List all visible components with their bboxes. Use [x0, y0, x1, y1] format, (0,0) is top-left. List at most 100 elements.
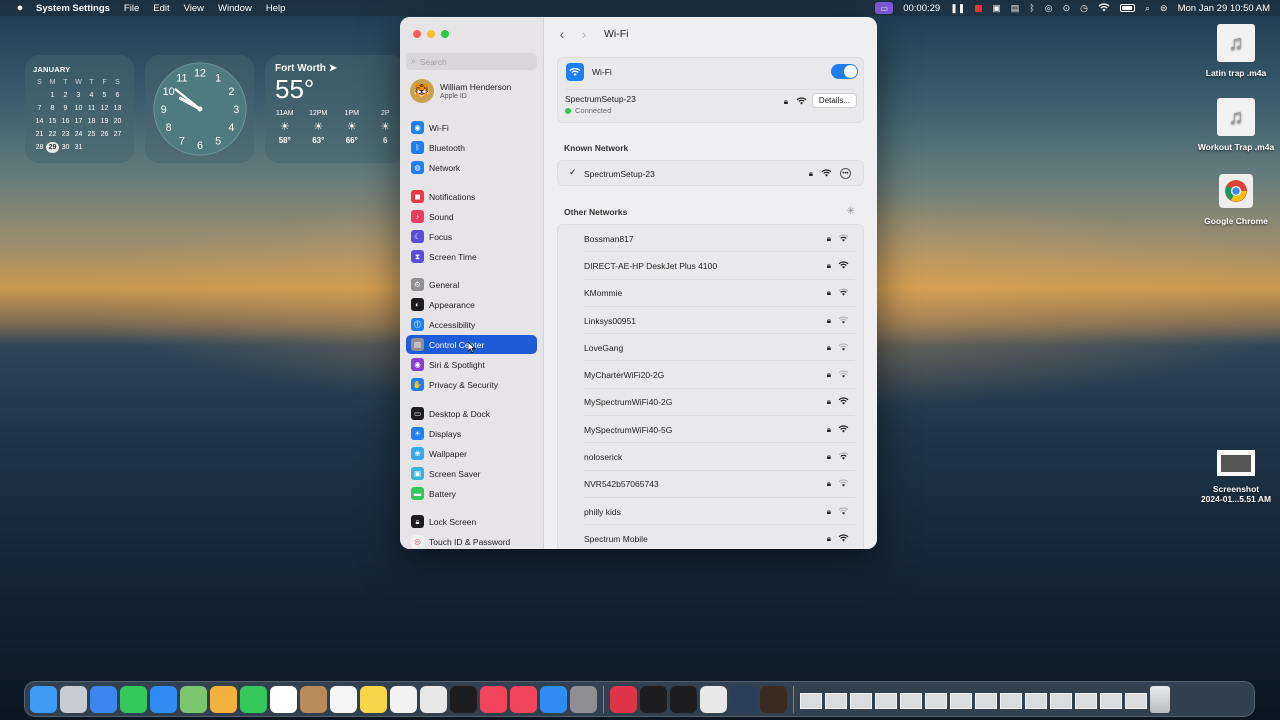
- chrome-alt-icon[interactable]: [700, 685, 727, 713]
- menu-edit[interactable]: Edit: [153, 3, 169, 14]
- network-row[interactable]: Bossman817 🔒︎: [558, 225, 863, 253]
- sidebar-item-general[interactable]: ⚙ General: [406, 275, 537, 294]
- app-store-icon[interactable]: [540, 685, 567, 713]
- pause-icon[interactable]: ❚❚: [950, 3, 965, 14]
- more-options-icon[interactable]: •••: [840, 168, 851, 179]
- network-row[interactable]: KMommie 🔒︎: [558, 280, 863, 307]
- dock-recent-file-thumbnail[interactable]: [1000, 693, 1022, 709]
- reminders-icon[interactable]: [330, 685, 357, 713]
- screen-recorder-status-icon[interactable]: ▭: [875, 2, 894, 14]
- sidebar-item-sound[interactable]: ♪ Sound: [406, 207, 537, 226]
- trash-icon[interactable]: [1150, 685, 1170, 713]
- menu-help[interactable]: Help: [266, 3, 286, 14]
- details-button[interactable]: Details...: [811, 93, 857, 108]
- sidebar-item-battery[interactable]: ▬ Battery: [406, 484, 537, 503]
- dock-recent-file-thumbnail[interactable]: [875, 693, 897, 709]
- dock-recent-file-thumbnail[interactable]: [800, 693, 822, 709]
- apple-menu-icon[interactable]: ●: [13, 2, 27, 14]
- messages-icon[interactable]: [120, 685, 147, 713]
- minimize-window-button[interactable]: [427, 30, 435, 38]
- garageband-icon[interactable]: [760, 685, 787, 713]
- sidebar-item-siri-spotlight[interactable]: ◉ Siri & Spotlight: [406, 355, 537, 374]
- sidebar-item-notifications[interactable]: ◼ Notifications: [406, 187, 537, 206]
- dock-recent-file-thumbnail[interactable]: [950, 693, 972, 709]
- sidebar-item-screen-saver[interactable]: ▣ Screen Saver: [406, 464, 537, 483]
- close-window-button[interactable]: [413, 30, 421, 38]
- airdrop-icon[interactable]: ◎: [1045, 3, 1053, 14]
- sidebar-item-touch-id-password[interactable]: ◎ Touch ID & Password: [406, 532, 537, 549]
- system-settings-icon[interactable]: [570, 685, 597, 713]
- menu-view[interactable]: View: [184, 3, 204, 14]
- bluetooth-status-icon[interactable]: ᛒ: [1029, 3, 1034, 13]
- menu-file[interactable]: File: [124, 3, 139, 14]
- wifi-status-icon[interactable]: [1098, 3, 1110, 14]
- known-network-row[interactable]: ✓ SpectrumSetup-23 🔒︎ •••: [557, 160, 864, 186]
- sidebar-item-appearance[interactable]: ◐ Appearance: [406, 295, 537, 314]
- sidebar-item-accessibility[interactable]: ⓵ Accessibility: [406, 315, 537, 334]
- launchpad-icon[interactable]: [60, 685, 87, 713]
- music-icon[interactable]: [480, 685, 507, 713]
- news-icon[interactable]: [510, 685, 537, 713]
- wifi-toggle[interactable]: [831, 64, 858, 79]
- dock-recent-file-thumbnail[interactable]: [825, 693, 847, 709]
- dock-recent-file-thumbnail[interactable]: [1125, 693, 1147, 709]
- network-row[interactable]: MySpectrumWiFi40-2G 🔒︎: [558, 389, 863, 417]
- network-row[interactable]: LoveGang 🔒︎: [558, 334, 863, 362]
- search-input[interactable]: [419, 56, 530, 67]
- calendar-icon[interactable]: [270, 685, 297, 713]
- network-row[interactable]: Spectrum Mobile 🔒︎: [558, 525, 863, 549]
- battery-status-icon[interactable]: [1119, 4, 1135, 12]
- dock-recent-file-thumbnail[interactable]: [900, 693, 922, 709]
- back-chevron-icon[interactable]: ‹: [552, 26, 572, 42]
- dock-recent-file-thumbnail[interactable]: [1100, 693, 1122, 709]
- desktop-file-workout-trap[interactable]: ♫ Workout Trap .m4a: [1191, 98, 1280, 152]
- network-row[interactable]: MySpectrumWiFi40-5G 🔒︎: [558, 416, 863, 444]
- menu-window[interactable]: Window: [218, 3, 252, 14]
- zoom-window-button[interactable]: [441, 30, 449, 38]
- sidebar-item-displays[interactable]: ☀ Displays: [406, 424, 537, 443]
- sidebar-item-privacy-security[interactable]: ✋ Privacy & Security: [406, 375, 537, 394]
- sidebar-search[interactable]: ⌕: [406, 53, 537, 70]
- sidebar-item-wi-fi[interactable]: ◉ Wi-Fi: [406, 118, 537, 137]
- tray-icon[interactable]: ▤: [1011, 3, 1020, 14]
- dock-recent-file-thumbnail[interactable]: [1050, 693, 1072, 709]
- sidebar-item-wallpaper[interactable]: ❀ Wallpaper: [406, 444, 537, 463]
- forward-chevron-icon[interactable]: ›: [574, 26, 594, 42]
- window-icon[interactable]: ▣: [992, 3, 1001, 14]
- sidebar-item-focus[interactable]: ☾ Focus: [406, 227, 537, 246]
- network-row[interactable]: DIRECT-AE-HP DeskJet Plus 4100 🔒︎: [558, 252, 863, 280]
- dock-recent-file-thumbnail[interactable]: [850, 693, 872, 709]
- play-status-icon[interactable]: ⊙: [1063, 3, 1071, 14]
- stop-recording-icon[interactable]: [975, 4, 983, 12]
- maps-icon[interactable]: [180, 685, 207, 713]
- notes-icon[interactable]: [360, 685, 387, 713]
- mail-icon[interactable]: [150, 685, 177, 713]
- clock-status-icon[interactable]: ◷: [1080, 3, 1088, 14]
- network-row[interactable]: noloserick 🔒︎: [558, 443, 863, 471]
- safari-icon[interactable]: [90, 685, 117, 713]
- control-center-status-icon[interactable]: ⊜: [1160, 3, 1168, 14]
- sidebar-item-screen-time[interactable]: ⧗ Screen Time: [406, 247, 537, 266]
- calendar-widget[interactable]: JANUARY S M T W T F S 1 2 3 4 5 6 7 8 9 10 11 12 13 14 15 16 17…: [25, 55, 134, 163]
- play-store-icon[interactable]: [670, 685, 697, 713]
- screen-recorder-icon[interactable]: [610, 685, 637, 713]
- apple-id-account[interactable]: 🐯 William Henderson Apple ID: [410, 79, 511, 103]
- network-row[interactable]: philly kids 🔒︎: [558, 498, 863, 526]
- sidebar-item-desktop-dock[interactable]: ▭ Desktop & Dock: [406, 404, 537, 423]
- facetime-icon[interactable]: [240, 685, 267, 713]
- clock-widget[interactable]: 11 10 9 8 7 6 5 4 3 2 1 12: [145, 55, 254, 163]
- quicktime-icon[interactable]: [730, 685, 757, 713]
- dock-recent-file-thumbnail[interactable]: [925, 693, 947, 709]
- sidebar-item-lock-screen[interactable]: 🔒︎ Lock Screen: [406, 512, 537, 531]
- app-menu[interactable]: System Settings: [36, 3, 110, 14]
- dock-recent-file-thumbnail[interactable]: [1075, 693, 1097, 709]
- sidebar-item-bluetooth[interactable]: ᛒ Bluetooth: [406, 138, 537, 157]
- dock-recent-file-thumbnail[interactable]: [1025, 693, 1047, 709]
- finder-icon[interactable]: [30, 685, 57, 713]
- photos-icon[interactable]: [210, 685, 237, 713]
- network-row[interactable]: MyCharterWiFi20-2G 🔒︎: [558, 362, 863, 389]
- weather-widget[interactable]: Fort Worth ➤ 55° 11AM ☀ 58° 12PM ☀ 63° 1PM ☀ 6…: [265, 55, 405, 163]
- network-row[interactable]: Linksys00951 🔒︎: [558, 307, 863, 335]
- desktop-file-latin-trap[interactable]: ♫ Latin trap .m4a: [1191, 24, 1280, 78]
- menu-clock[interactable]: Mon Jan 29 10:50 AM: [1178, 3, 1270, 14]
